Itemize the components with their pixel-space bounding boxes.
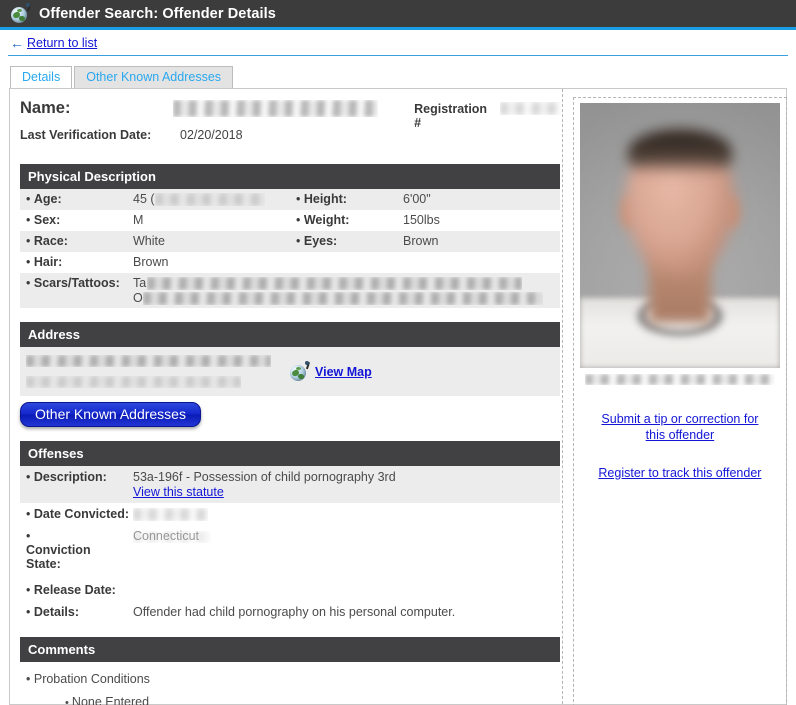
offense-row-release-date: Release Date: bbox=[20, 579, 560, 601]
page-title: Offender Search: Offender Details bbox=[39, 5, 276, 22]
tab-details[interactable]: Details bbox=[10, 66, 73, 88]
offense-details-value: Offender had child pornography on his pe… bbox=[133, 605, 456, 620]
tab-bar: Details Other Known Addresses bbox=[0, 66, 796, 88]
table-row: Hair: Brown bbox=[20, 252, 560, 273]
weight-value: 150lbs bbox=[403, 213, 440, 227]
last-verification-row: Last Verification Date: 02/20/2018 bbox=[20, 128, 562, 150]
physical-description-table: Age: 45 ( Height: 6'00" Sex: M bbox=[20, 189, 560, 308]
back-arrow-icon: ← bbox=[10, 34, 24, 51]
view-statute-link[interactable]: View this statute bbox=[133, 485, 224, 499]
registration-value-redacted bbox=[500, 100, 562, 118]
race-value: White bbox=[133, 234, 165, 248]
last-verification-value: 02/20/2018 bbox=[180, 128, 243, 142]
details-left-column: Name: Registration # Last Verification D… bbox=[10, 89, 562, 705]
table-row-scars: Scars/Tattoos: Ta O bbox=[20, 273, 560, 308]
divider bbox=[8, 55, 788, 56]
offense-description-text: 53a-196f - Possession of child pornograp… bbox=[133, 470, 396, 484]
eyes-value: Brown bbox=[403, 234, 439, 248]
other-known-addresses-button[interactable]: Other Known Addresses bbox=[20, 402, 201, 427]
address-block: View Map bbox=[20, 347, 560, 396]
register-track-link[interactable]: Register to track this offender bbox=[580, 465, 780, 481]
photo-panel: Submit a tip or correction for this offe… bbox=[572, 97, 787, 705]
offense-description-value: 53a-196f - Possession of child pornograp… bbox=[133, 470, 396, 499]
scars-tattoos-label: Scars/Tattoos: bbox=[20, 276, 133, 306]
height-label: Height: bbox=[290, 192, 403, 206]
date-convicted-value-redacted bbox=[133, 507, 208, 521]
race-label: Race: bbox=[20, 234, 133, 248]
comment-subitem: None Entered bbox=[20, 695, 560, 705]
offense-row-description: Description: 53a-196f - Possession of ch… bbox=[20, 466, 560, 503]
conviction-state-value: Connecticut bbox=[133, 529, 199, 543]
comment-item: Probation Conditions bbox=[20, 672, 560, 686]
registration-label: Registration # bbox=[414, 102, 488, 130]
offense-details-label: Details: bbox=[20, 605, 133, 619]
offense-row-details: Details: Offender had child pornography … bbox=[20, 601, 560, 623]
tab-other-known-addresses[interactable]: Other Known Addresses bbox=[74, 66, 234, 88]
offense-description-label: Description: bbox=[20, 470, 133, 484]
return-to-list-row: ← Return to list bbox=[0, 30, 796, 55]
scars-tattoos-value-redacted: Ta O bbox=[133, 276, 553, 306]
sex-value: M bbox=[133, 213, 144, 227]
name-value-redacted bbox=[173, 100, 378, 118]
hair-value: Brown bbox=[133, 255, 169, 269]
offense-row-date-convicted: Date Convicted: bbox=[20, 503, 560, 525]
sex-label: Sex: bbox=[20, 213, 133, 227]
offender-photo bbox=[579, 103, 780, 368]
eyes-label: Eyes: bbox=[290, 234, 403, 248]
conviction-state-label: ConvictionState: bbox=[20, 529, 133, 571]
submit-tip-link[interactable]: Submit a tip or correction for this offe… bbox=[580, 411, 780, 443]
release-date-label: Release Date: bbox=[20, 583, 133, 597]
address-value-redacted bbox=[20, 352, 290, 391]
section-header-comments: Comments bbox=[20, 637, 560, 663]
view-map-link[interactable]: View Map bbox=[315, 365, 372, 379]
weight-label: Weight: bbox=[290, 213, 403, 227]
window-titlebar: Offender Search: Offender Details bbox=[0, 0, 796, 27]
details-right-column: Submit a tip or correction for this offe… bbox=[561, 89, 796, 705]
return-to-list-link[interactable]: Return to list bbox=[27, 36, 97, 50]
offenses-table: Description: 53a-196f - Possession of ch… bbox=[20, 466, 560, 623]
table-row: Age: 45 ( Height: 6'00" bbox=[20, 189, 560, 210]
view-map-control[interactable]: View Map bbox=[290, 361, 372, 381]
other-known-addresses-button-wrap: Other Known Addresses bbox=[20, 396, 562, 427]
offense-row-conviction-state: ConvictionState: Connecticut bbox=[20, 525, 560, 579]
name-row: Name: Registration # bbox=[20, 99, 562, 130]
globe-icon bbox=[290, 361, 310, 381]
table-row: Race: White Eyes: Brown bbox=[20, 231, 560, 252]
height-value: 6'00" bbox=[403, 192, 431, 206]
section-header-address: Address bbox=[20, 322, 560, 347]
photo-caption-redacted bbox=[585, 371, 775, 387]
age-value: 45 ( bbox=[133, 192, 265, 206]
section-header-physical-description: Physical Description bbox=[20, 164, 560, 189]
offender-details-page: Offender Search: Offender Details ← Retu… bbox=[0, 0, 796, 705]
comments-body: Probation Conditions None Entered bbox=[20, 662, 560, 705]
section-header-offenses: Offenses bbox=[20, 441, 560, 466]
table-row: Sex: M Weight: 150lbs bbox=[20, 210, 560, 231]
last-verification-label: Last Verification Date: bbox=[20, 128, 152, 142]
hair-label: Hair: bbox=[20, 255, 133, 269]
date-convicted-label: Date Convicted: bbox=[20, 507, 133, 521]
details-panel: Name: Registration # Last Verification D… bbox=[9, 88, 787, 705]
globe-icon bbox=[11, 3, 31, 23]
name-label: Name: bbox=[20, 99, 71, 117]
age-label: Age: bbox=[20, 192, 133, 206]
